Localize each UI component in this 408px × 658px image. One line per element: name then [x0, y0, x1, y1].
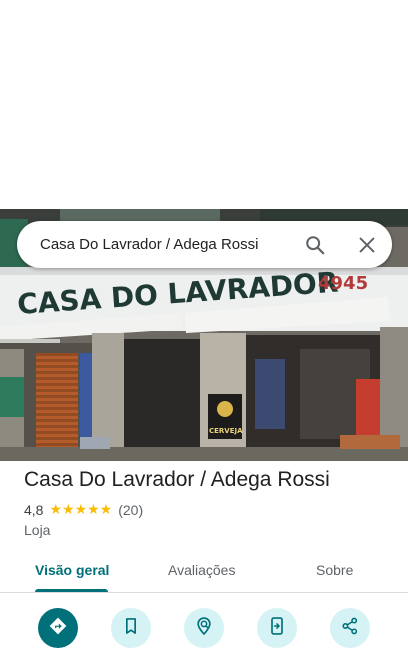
rating-value: 4,8: [24, 501, 44, 518]
review-count[interactable]: (20): [118, 502, 143, 518]
send-to-phone-button[interactable]: [257, 608, 297, 648]
search-input[interactable]: Casa Do Lavrador / Adega Rossi: [40, 236, 258, 253]
place-title: Casa Do Lavrador / Adega Rossi: [24, 468, 330, 491]
tab-about[interactable]: Sobre: [316, 562, 353, 578]
tab-overview[interactable]: Visão geral: [35, 562, 109, 578]
place-category: Loja: [24, 522, 51, 538]
save-button[interactable]: [111, 608, 151, 648]
directions-button[interactable]: [38, 608, 78, 648]
close-icon[interactable]: [356, 234, 378, 256]
map-blank-area[interactable]: [0, 0, 408, 209]
search-bar[interactable]: Casa Do Lavrador / Adega Rossi: [17, 221, 392, 268]
sign-number: 4945: [318, 273, 368, 294]
nearby-icon: [194, 616, 214, 641]
share-button[interactable]: [330, 608, 370, 648]
share-icon: [340, 616, 360, 641]
save-icon: [121, 616, 141, 641]
send-to-phone-icon: [267, 616, 287, 641]
nearby-button[interactable]: [184, 608, 224, 648]
poster-text: CERVEJA: [209, 427, 243, 435]
rating-row[interactable]: 4,8 ★★★★★ (20): [24, 501, 143, 518]
star-rating-icon: ★★★★★: [49, 501, 113, 517]
divider: [0, 592, 408, 593]
directions-icon: [48, 616, 68, 641]
search-icon[interactable]: [304, 234, 326, 256]
tab-reviews[interactable]: Avaliações: [168, 562, 235, 578]
